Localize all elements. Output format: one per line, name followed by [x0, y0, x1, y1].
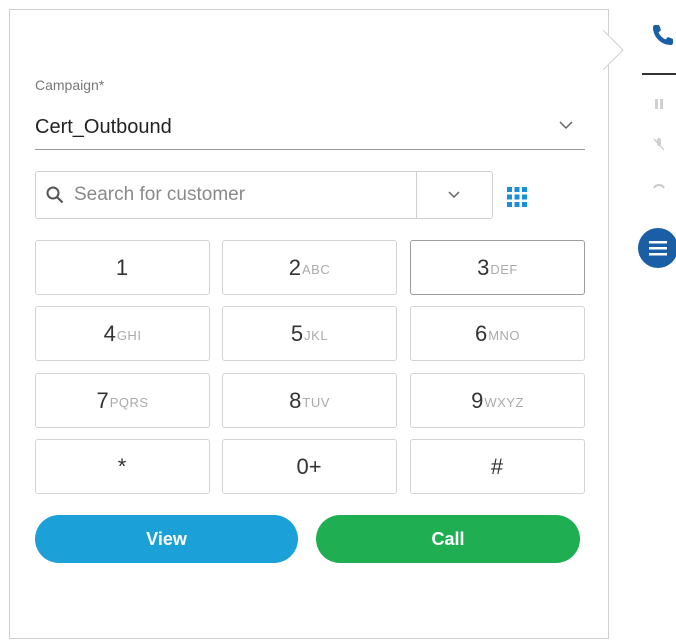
key-digit: 3 — [477, 254, 490, 280]
phone-icon[interactable] — [650, 22, 676, 48]
campaign-label: Campaign* — [35, 77, 105, 93]
key-2[interactable]: 2 ABC — [222, 240, 397, 295]
menu-icon — [649, 241, 667, 256]
key-digit: 5 — [290, 320, 304, 346]
key-digit: 2 — [288, 254, 301, 280]
key-letters: GHI — [116, 328, 142, 343]
key-digit: 6 — [474, 320, 488, 346]
key-0[interactable]: 0+ — [222, 439, 397, 494]
campaign-select[interactable]: Cert_Outbound — [35, 110, 585, 150]
call-controls-strip — [625, 0, 676, 643]
key-letters: WXYZ — [484, 395, 524, 410]
key-digit: 8 — [289, 387, 302, 413]
key-8[interactable]: 8 TUV — [222, 373, 397, 428]
mic-muted-icon[interactable] — [652, 137, 666, 151]
key-letters: ABC — [302, 262, 331, 277]
key-digit: 0+ — [296, 453, 322, 479]
key-letters: TUV — [302, 395, 330, 410]
key-9[interactable]: 9 WXYZ — [410, 373, 585, 428]
chevron-down-icon — [448, 191, 460, 199]
hangup-icon[interactable] — [652, 179, 666, 193]
key-star[interactable]: * — [35, 439, 210, 494]
key-hash[interactable]: # — [410, 439, 585, 494]
key-6[interactable]: 6 MNO — [410, 306, 585, 361]
key-letters: PQRS — [109, 395, 149, 410]
key-letters: DEF — [490, 262, 518, 277]
key-letters: JKL — [304, 328, 329, 343]
key-letters: MNO — [488, 328, 521, 343]
key-digit: # — [490, 453, 504, 479]
key-1[interactable]: 1 — [35, 240, 210, 295]
search-icon — [46, 186, 64, 204]
chevron-down-icon — [559, 121, 573, 130]
pause-icon[interactable] — [652, 97, 666, 111]
view-button[interactable]: View — [35, 515, 298, 563]
key-7[interactable]: 7 PQRS — [35, 373, 210, 428]
search-dropdown-button[interactable] — [417, 172, 492, 218]
dialpad-grid-icon[interactable] — [505, 185, 529, 209]
customer-search — [35, 171, 493, 219]
key-4[interactable]: 4 GHI — [35, 306, 210, 361]
panel-pointer — [603, 30, 624, 70]
key-digit: 9 — [471, 387, 484, 413]
key-3[interactable]: 3 DEF — [410, 240, 585, 295]
search-input[interactable] — [74, 172, 414, 218]
call-button[interactable]: Call — [316, 515, 580, 563]
campaign-value: Cert_Outbound — [35, 116, 172, 138]
key-digit: 7 — [96, 387, 109, 413]
key-digit: 1 — [115, 254, 129, 280]
key-5[interactable]: 5 JKL — [222, 306, 397, 361]
key-digit: * — [117, 453, 127, 479]
menu-button[interactable] — [638, 228, 676, 268]
key-digit: 4 — [103, 320, 116, 346]
tab-underline — [642, 73, 676, 75]
